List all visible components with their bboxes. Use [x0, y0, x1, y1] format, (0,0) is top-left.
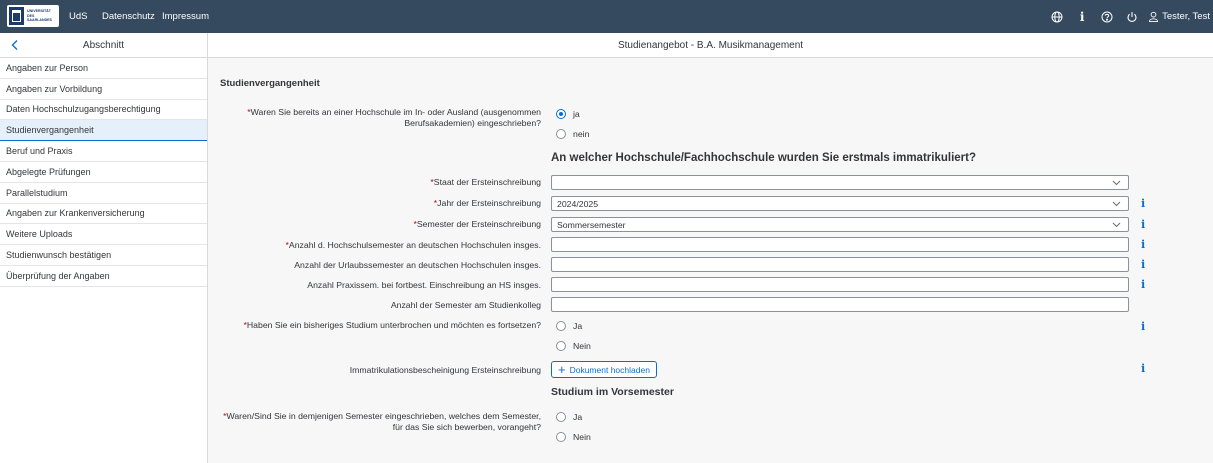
sidebar-header: Abschnitt: [0, 33, 207, 58]
chevron-down-icon: [1112, 222, 1121, 228]
sidebar-item[interactable]: Angaben zur Krankenversicherung: [0, 204, 207, 225]
q2-label-text: Haben Sie ein bisheriges Studium unterbr…: [246, 320, 541, 330]
radio-label: Ja: [573, 321, 583, 331]
urlaub-info-icon[interactable]: i: [1141, 258, 1145, 271]
radio-unselected-icon: [556, 129, 566, 139]
user-name: Tester, Test: [1162, 11, 1210, 22]
sidebar-item[interactable]: Abgelegte Prüfungen: [0, 162, 207, 183]
upload-info-icon[interactable]: i: [1141, 362, 1145, 375]
sidebar-item[interactable]: Daten Hochschulzugangsberechtigung: [0, 100, 207, 121]
link-datenschutz[interactable]: Datenschutz: [102, 11, 155, 22]
kolleg-label: Anzahl der Semester am Studienkolleg: [390, 300, 541, 310]
staat-label: *Staat der Ersteinschreibung: [208, 177, 541, 188]
q3-radio-ja[interactable]: Ja: [556, 412, 582, 422]
sidebar-item[interactable]: Studienwunsch bestätigen: [0, 245, 207, 266]
jahr-value: 2024/2025: [557, 198, 599, 209]
sidebar-list: Angaben zur Person Angaben zur Vorbildung…: [0, 58, 207, 287]
university-emblem-icon: [9, 7, 24, 25]
sidebar-item[interactable]: Parallelstudium: [0, 183, 207, 204]
radio-label: Nein: [573, 432, 591, 442]
q2-label: *Haben Sie ein bisheriges Studium unterb…: [208, 320, 542, 331]
logo-text: UNIVERSITÄT DES SAARLANDES: [27, 9, 52, 23]
semester-info-icon[interactable]: i: [1141, 218, 1145, 231]
praxis-input[interactable]: [551, 277, 1129, 292]
q2-radio-ja[interactable]: Ja: [556, 321, 582, 331]
anzahl-hs-info-icon[interactable]: i: [1141, 238, 1145, 251]
globe-icon[interactable]: [1046, 0, 1068, 33]
form-content: Studienvergangenheit *Waren Sie bereits …: [208, 58, 1213, 463]
user-icon: [1149, 11, 1159, 22]
radio-selected-icon: [556, 109, 566, 119]
praxis-label: Anzahl Praxissem. bei fortbest. Einschre…: [307, 280, 541, 290]
power-icon[interactable]: [1121, 0, 1143, 33]
heading-erstimmatrikulation: An welcher Hochschule/Fachhochschule wur…: [551, 152, 976, 164]
radio-label: Nein: [573, 341, 591, 351]
jahr-select[interactable]: 2024/2025: [551, 196, 1129, 211]
radio-label: Ja: [573, 412, 583, 422]
radio-unselected-icon: [556, 321, 566, 331]
plus-icon: +: [558, 362, 566, 377]
radio-label: nein: [573, 129, 590, 139]
staat-label-text: Staat der Ersteinschreibung: [433, 177, 541, 187]
help-icon[interactable]: [1096, 0, 1118, 33]
section-sidebar: Abschnitt Angaben zur Person Angaben zur …: [0, 33, 208, 463]
q3-radio-nein[interactable]: Nein: [556, 432, 591, 442]
q2-radio-nein[interactable]: Nein: [556, 341, 591, 351]
chevron-down-icon: [1112, 201, 1121, 207]
sidebar-item[interactable]: Angaben zur Vorbildung: [0, 79, 207, 100]
shell-bar: UNIVERSITÄT DES SAARLANDES UdS Datenschu…: [0, 0, 1213, 33]
q2-info-icon[interactable]: i: [1141, 320, 1145, 333]
urlaub-label: Anzahl der Urlaubssemester an deutschen …: [294, 260, 541, 270]
page-title: Studienangebot - B.A. Musikmanagement: [208, 33, 1213, 58]
jahr-label: *Jahr der Ersteinschreibung: [208, 198, 541, 209]
urlaub-input[interactable]: [551, 257, 1129, 272]
radio-label: ja: [573, 109, 580, 119]
radio-unselected-icon: [556, 412, 566, 422]
jahr-label-text: Jahr der Ersteinschreibung: [437, 198, 541, 208]
staat-select[interactable]: [551, 175, 1129, 190]
link-impressum[interactable]: Impressum: [162, 11, 209, 22]
semester-select[interactable]: Sommersemester: [551, 217, 1129, 232]
q3-label: *Waren/Sind Sie in demjenigen Semester e…: [208, 411, 541, 433]
q3-label-line2: für das Sie sich bewerben, vorangeht?: [392, 422, 541, 432]
upload-button-label: Dokument hochladen: [569, 364, 650, 375]
anzahl-hs-label-text: Anzahl d. Hochschulsemester an deutschen…: [288, 240, 541, 250]
jahr-info-icon[interactable]: i: [1141, 197, 1145, 210]
sidebar-item[interactable]: Beruf und Praxis: [0, 141, 207, 162]
q1-radio-nein[interactable]: nein: [556, 129, 589, 139]
radio-unselected-icon: [556, 341, 566, 351]
shell-actions: i Tester, Test: [1043, 0, 1210, 33]
semester-value: Sommersemester: [557, 219, 626, 230]
q3-label-line1: Waren/Sind Sie in demjenigen Semester ei…: [226, 411, 541, 421]
anzahl-hs-label: *Anzahl d. Hochschulsemester an deutsche…: [208, 240, 541, 251]
semester-label: *Semester der Ersteinschreibung: [208, 219, 542, 230]
chevron-down-icon: [1112, 180, 1121, 186]
section-title: Studienvergangenheit: [220, 78, 320, 89]
sidebar-item[interactable]: Angaben zur Person: [0, 58, 207, 79]
upload-label: Immatrikulationsbescheinigung Ersteinsch…: [349, 365, 541, 375]
user-menu[interactable]: Tester, Test: [1148, 11, 1210, 22]
sidebar-item[interactable]: Weitere Uploads: [0, 224, 207, 246]
q1-label: *Waren Sie bereits an einer Hochschule i…: [208, 107, 541, 129]
heading-vorsemester: Studium im Vorsemester: [551, 386, 674, 398]
kolleg-input[interactable]: [551, 297, 1129, 312]
q1-label-line1: Waren Sie bereits an einer Hochschule im…: [250, 107, 541, 117]
sidebar-item[interactable]: Studienvergangenheit: [0, 120, 207, 142]
upload-document-button[interactable]: + Dokument hochladen: [551, 361, 657, 378]
link-uds[interactable]: UdS: [69, 11, 87, 22]
q1-radio-ja[interactable]: ja: [556, 109, 580, 119]
university-logo[interactable]: UNIVERSITÄT DES SAARLANDES: [7, 5, 59, 27]
semester-label-text: Semester der Ersteinschreibung: [416, 219, 541, 229]
chevron-left-icon[interactable]: [8, 38, 22, 52]
sidebar-item[interactable]: Überprüfung der Angaben: [0, 266, 207, 287]
radio-unselected-icon: [556, 432, 566, 442]
anzahl-hs-input[interactable]: [551, 237, 1129, 252]
info-icon[interactable]: i: [1071, 0, 1093, 33]
sidebar-title: Abschnitt: [82, 39, 125, 51]
q1-label-line2: Berufsakademien) eingeschrieben?: [404, 118, 541, 128]
praxis-info-icon[interactable]: i: [1141, 278, 1145, 291]
